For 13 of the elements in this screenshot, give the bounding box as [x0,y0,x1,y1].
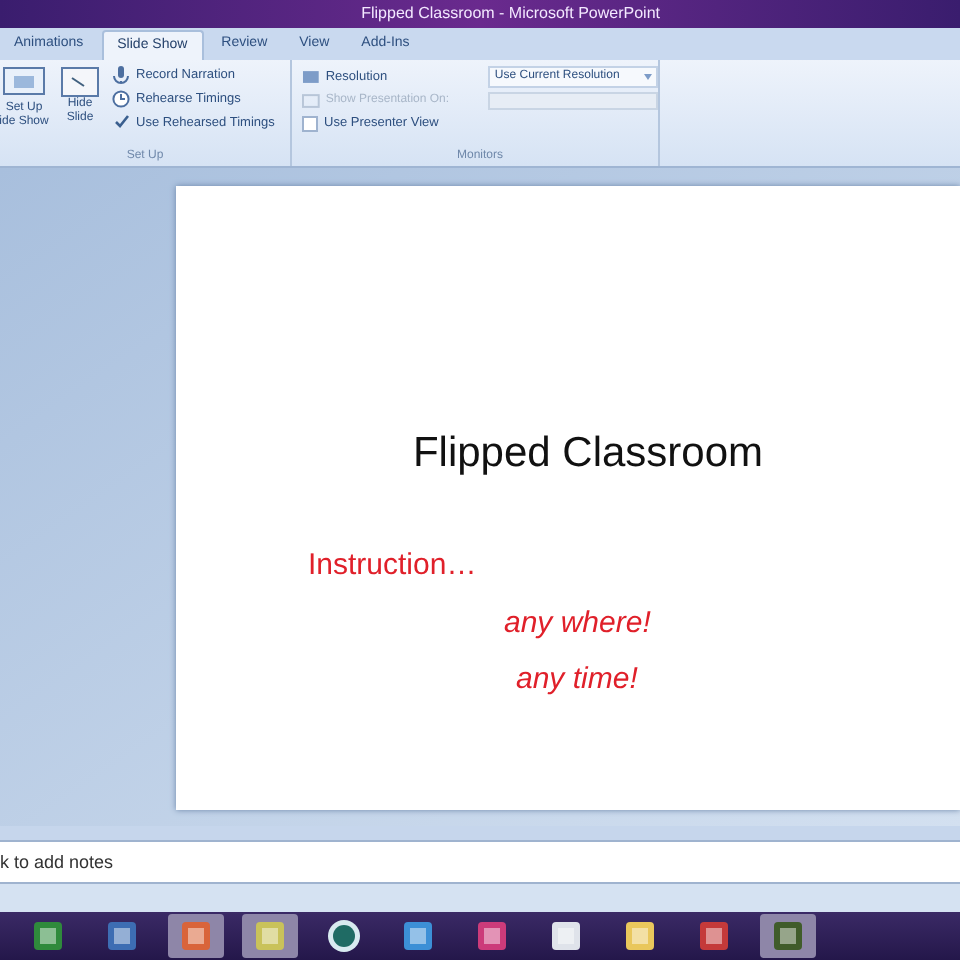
slide-text: any where! [504,603,653,643]
notes-field[interactable]: k to add notes [0,840,960,884]
clock-icon [112,90,130,109]
checkbox[interactable] [302,115,318,132]
microphone-icon [112,66,130,85]
slide-text: Instruction… [308,546,479,586]
slide-title: Flipped Classroom [412,427,764,479]
checkbox[interactable] [112,113,130,132]
circle-icon [326,918,362,954]
slide-text: any time! [516,660,640,700]
window-title: Flipped Classroom - Microsoft PowerPoint [361,2,660,26]
slide-icon [60,66,100,98]
caret-icon [644,74,652,80]
